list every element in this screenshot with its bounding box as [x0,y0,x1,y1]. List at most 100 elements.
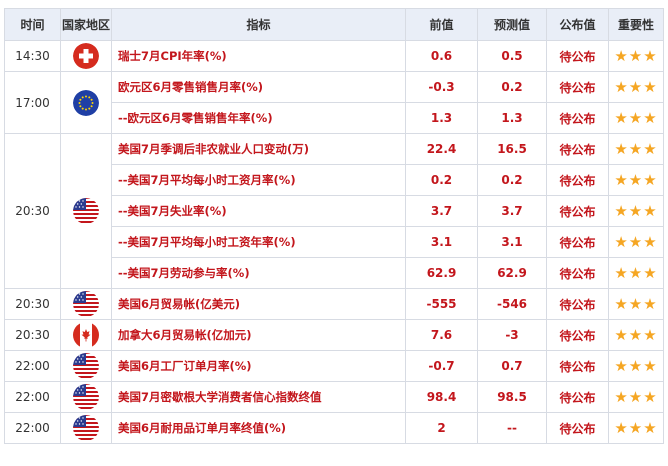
previous-value: 2 [405,412,478,444]
forecast-value: 3.1 [477,226,547,258]
importance-stars-icon: ★★★ [608,164,664,196]
header-indicator: 指标 [111,8,406,41]
header-importance: 重要性 [608,8,664,41]
indicator-name[interactable]: 美国6月工厂订单月率(%) [111,350,406,382]
forecast-value: -- [477,412,547,444]
economic-calendar-table: 时间 国家地区 指标 前值 预测值 公布值 重要性 14:30 瑞士7月CPI年… [4,8,664,444]
row-time: 20:30 [4,288,61,320]
previous-value: 3.1 [405,226,478,258]
table-row: 20:30 美国6月贸易帐(亿美元) -555 -546 待公布 ★★★ [4,288,664,320]
previous-value: -0.7 [405,350,478,382]
header-region: 国家地区 [60,8,112,41]
importance-stars-icon: ★★★ [608,71,664,103]
importance-stars-icon: ★★★ [608,257,664,289]
forecast-value: -3 [477,319,547,351]
importance-stars-icon: ★★★ [608,288,664,320]
indicator-name[interactable]: --欧元区6月零售销售年率(%) [111,102,406,134]
us-flag-icon [73,291,99,317]
published-value: 待公布 [546,257,609,289]
row-time: 14:30 [4,40,61,72]
published-value: 待公布 [546,381,609,413]
indicator-name[interactable]: 美国6月耐用品订单月率终值(%) [111,412,406,444]
indicator-name[interactable]: --美国7月平均每小时工资月率(%) [111,164,406,196]
forecast-value: 98.5 [477,381,547,413]
published-value: 待公布 [546,319,609,351]
published-value: 待公布 [546,71,609,103]
us-flag-icon [73,415,99,441]
indicator-name[interactable]: 美国7月密歇根大学消费者信心指数终值 [111,381,406,413]
canada-flag-icon [73,322,99,348]
importance-stars-icon: ★★★ [608,381,664,413]
indicator-name[interactable]: --美国7月劳动参与率(%) [111,257,406,289]
forecast-value: 62.9 [477,257,547,289]
importance-stars-icon: ★★★ [608,412,664,444]
row-time: 22:00 [4,381,61,413]
region-cell [60,133,112,289]
indicator-name[interactable]: 欧元区6月零售销售月率(%) [111,71,406,103]
header-published: 公布值 [546,8,609,41]
row-time: 17:00 [4,71,61,134]
indicator-name[interactable]: 美国7月季调后非农就业人口变动(万) [111,133,406,165]
region-cell [60,381,112,413]
row-time: 22:00 [4,412,61,444]
region-cell [60,350,112,382]
published-value: 待公布 [546,164,609,196]
region-cell [60,288,112,320]
importance-stars-icon: ★★★ [608,350,664,382]
previous-value: 22.4 [405,133,478,165]
previous-value: -555 [405,288,478,320]
table-row: 17:00 欧元区6月零售销售月率(%) -0.3 0.2 待公布 ★★★ [4,71,664,134]
previous-value: 7.6 [405,319,478,351]
previous-value: 3.7 [405,195,478,227]
header-time: 时间 [4,8,61,41]
us-flag-icon [73,198,99,224]
forecast-value: 16.5 [477,133,547,165]
us-flag-icon [73,353,99,379]
region-cell [60,319,112,351]
swiss-flag-icon [73,43,99,69]
published-value: 待公布 [546,350,609,382]
importance-stars-icon: ★★★ [608,195,664,227]
table-row: 22:00 美国7月密歇根大学消费者信心指数终值 98.4 98.5 待公布 ★… [4,381,664,413]
forecast-value: 0.5 [477,40,547,72]
previous-value: 62.9 [405,257,478,289]
published-value: 待公布 [546,288,609,320]
importance-stars-icon: ★★★ [608,319,664,351]
indicator-name[interactable]: 瑞士7月CPI年率(%) [111,40,406,72]
row-time: 20:30 [4,319,61,351]
published-value: 待公布 [546,195,609,227]
published-value: 待公布 [546,102,609,134]
region-cell [60,412,112,444]
published-value: 待公布 [546,40,609,72]
previous-value: 0.6 [405,40,478,72]
indicator-name[interactable]: 加拿大6月贸易帐(亿加元) [111,319,406,351]
importance-stars-icon: ★★★ [608,226,664,258]
indicator-name[interactable]: --美国7月平均每小时工资年率(%) [111,226,406,258]
indicator-name[interactable]: 美国6月贸易帐(亿美元) [111,288,406,320]
importance-stars-icon: ★★★ [608,40,664,72]
published-value: 待公布 [546,133,609,165]
previous-value: -0.3 [405,71,478,103]
previous-value: 98.4 [405,381,478,413]
forecast-value: 1.3 [477,102,547,134]
row-time: 22:00 [4,350,61,382]
table-header-row: 时间 国家地区 指标 前值 预测值 公布值 重要性 [4,8,664,41]
forecast-value: 0.2 [477,71,547,103]
us-flag-icon [73,384,99,410]
forecast-value: 3.7 [477,195,547,227]
published-value: 待公布 [546,226,609,258]
table-row: 20:30 美国7月季调后非农就业人口变动(万) 22.4 16.5 待公布 ★… [4,133,664,289]
header-previous: 前值 [405,8,478,41]
importance-stars-icon: ★★★ [608,133,664,165]
row-time: 20:30 [4,133,61,289]
importance-stars-icon: ★★★ [608,102,664,134]
previous-value: 0.2 [405,164,478,196]
table-row: 22:00 美国6月工厂订单月率(%) -0.7 0.7 待公布 ★★★ [4,350,664,382]
table-row: 20:30 加拿大6月贸易帐(亿加元) 7.6 -3 待公布 ★★★ [4,319,664,351]
region-cell [60,71,112,134]
region-cell [60,40,112,72]
eu-flag-icon [73,89,99,116]
forecast-value: 0.7 [477,350,547,382]
indicator-name[interactable]: --美国7月失业率(%) [111,195,406,227]
forecast-value: -546 [477,288,547,320]
